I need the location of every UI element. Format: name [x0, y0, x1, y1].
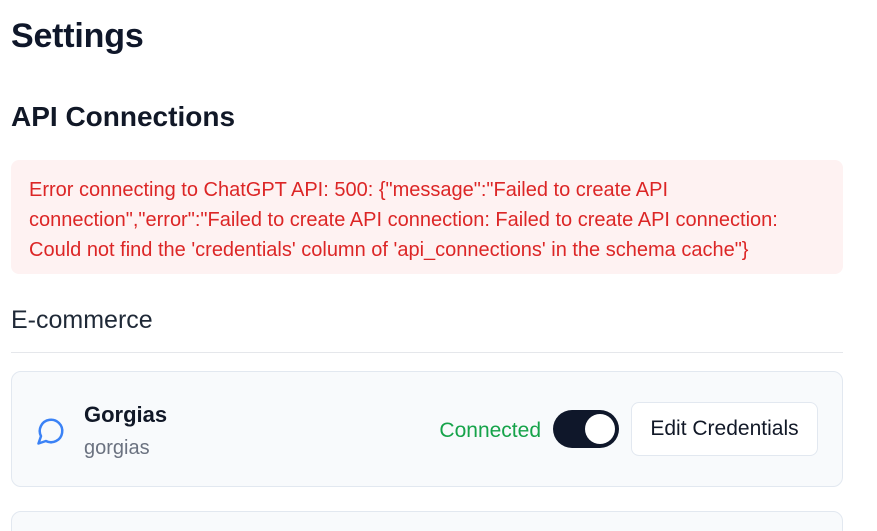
api-connections-heading: API Connections	[11, 101, 236, 132]
integration-card-gorgias: Gorgias gorgias Connected Edit Credentia…	[11, 371, 843, 487]
ecommerce-heading: E-commerce	[11, 306, 153, 334]
integration-name: Gorgias	[84, 402, 168, 427]
page-title: Settings	[11, 17, 144, 55]
settings-page: Settings API Connections Error connectin…	[0, 0, 877, 531]
integration-card-next	[11, 511, 843, 531]
integration-enabled-toggle[interactable]	[553, 410, 619, 448]
connection-status: Connected	[439, 419, 541, 442]
edit-credentials-button[interactable]: Edit Credentials	[631, 402, 818, 456]
integration-slug: gorgias	[84, 437, 150, 459]
error-message: Error connecting to ChatGPT API: 500: {"…	[29, 179, 778, 261]
error-alert: Error connecting to ChatGPT API: 500: {"…	[11, 160, 843, 274]
toggle-knob	[585, 414, 615, 444]
section-divider	[11, 352, 843, 353]
chat-bubble-icon	[36, 416, 66, 446]
